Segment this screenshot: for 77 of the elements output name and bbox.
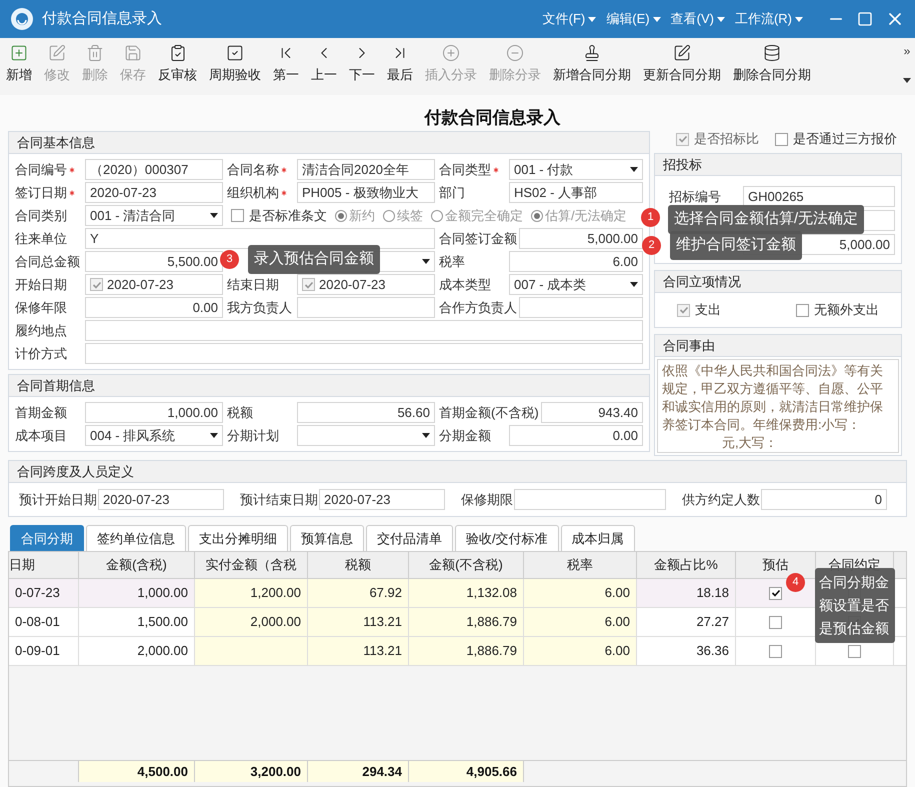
table-cell: 113.21 bbox=[308, 637, 409, 665]
callout-tooltip: 合同分期金额设置是否是预估金额 bbox=[815, 568, 895, 643]
field-label: 结束日期 bbox=[227, 276, 279, 294]
table-cell: 1,000.00 bbox=[79, 579, 195, 607]
table-cell: 6.00 bbox=[524, 579, 637, 607]
callout-tooltip: 维护合同签订金额 bbox=[670, 231, 802, 260]
table-cell: 2,000.00 bbox=[195, 608, 308, 636]
field-label: 成本类型 bbox=[439, 276, 491, 294]
reason-text: 元,大写： bbox=[722, 435, 778, 450]
field-label: 履约地点 bbox=[15, 322, 67, 340]
table-cell: 1,132.08 bbox=[409, 579, 524, 607]
section-header: 合同首期信息 bbox=[9, 375, 649, 397]
field-label: 合同编号 bbox=[15, 160, 67, 179]
table-cell: 18.18 bbox=[637, 579, 736, 607]
table-cell: 113.21 bbox=[308, 608, 409, 636]
field-label: 保修期限 bbox=[461, 490, 513, 509]
field-label: 成本项目 bbox=[15, 426, 67, 445]
field-label: 首期金额 bbox=[15, 404, 67, 422]
field-label: 合同签订金额 bbox=[439, 230, 517, 248]
field-label: 计价方式 bbox=[15, 344, 67, 363]
field-label: 预计开始日期 bbox=[19, 490, 97, 509]
window-title: 付款合同信息录入 bbox=[42, 8, 162, 29]
field-label: 税率 bbox=[439, 252, 465, 271]
field-label: 合作方负责人 bbox=[439, 298, 517, 317]
field-label: 保修年限 bbox=[15, 298, 67, 317]
section-header: 合同跨度及人员定义 bbox=[9, 461, 906, 483]
field-label: 供方约定人数 bbox=[682, 490, 760, 509]
checkbox-label: 是否通过三方报价 bbox=[793, 130, 897, 148]
callout-tooltip: 选择合同金额估算/无法确定 bbox=[668, 205, 864, 234]
checkbox-label: 支出 bbox=[695, 301, 721, 320]
table-cell: 1,886.79 bbox=[409, 637, 524, 665]
field-label: 往来单位 bbox=[15, 230, 67, 248]
field-label: 合同名称 bbox=[227, 160, 279, 179]
radio-label: 金额完全确定 bbox=[445, 206, 523, 225]
radio-label: 续签 bbox=[397, 206, 423, 225]
field-label: 合同总金额 bbox=[15, 252, 80, 271]
field-label: 税额 bbox=[227, 404, 253, 422]
table-cell: 6.00 bbox=[524, 637, 637, 665]
table-cell: 1,200.00 bbox=[195, 579, 308, 607]
field-label: 分期计划 bbox=[227, 426, 279, 445]
section-header: 合同基本信息 bbox=[9, 132, 649, 154]
field-label: 部门 bbox=[439, 184, 465, 202]
radio-label: 估算/无法确定 bbox=[545, 206, 627, 225]
field-label: 合同类别 bbox=[15, 206, 67, 225]
checkbox-label: 无额外支出 bbox=[814, 301, 879, 320]
field-label: 分期金额 bbox=[439, 426, 491, 445]
table-cell: 0-09-01 bbox=[9, 637, 79, 665]
field-label: 首期金额(不含税) bbox=[439, 404, 539, 422]
radio-label: 新约 bbox=[349, 206, 375, 225]
field-label: 招标编号 bbox=[669, 188, 721, 206]
table-cell: 36.36 bbox=[637, 637, 736, 665]
page-heading: 付款合同信息录入 bbox=[424, 107, 560, 129]
checkbox-label: 是否招标比 bbox=[694, 130, 759, 148]
section-header: 合同立项情况 bbox=[655, 271, 901, 293]
checkbox-label: 是否标准条文 bbox=[249, 206, 327, 225]
table-cell: 0-08-01 bbox=[9, 608, 79, 636]
field-label: 组织机构 bbox=[227, 184, 279, 202]
callout-tooltip: 录入预估合同金额 bbox=[248, 245, 380, 274]
table-cell: 67.92 bbox=[308, 579, 409, 607]
total-cell: 3,200.00 bbox=[195, 761, 308, 782]
table-cell: 27.27 bbox=[637, 608, 736, 636]
section-header: 合同事由 bbox=[655, 335, 901, 357]
reason-text: 依照《中华人民共和国合同法》等有关规定，甲乙双方遵循平等、自愿、公平和诚实信用的原则，就清洁日常维护保养签订本合同。年维保费用:小写： bbox=[662, 363, 883, 432]
table-cell: 1,886.79 bbox=[409, 608, 524, 636]
field-label: 合同类型 bbox=[439, 160, 491, 179]
section-header: 招投标 bbox=[655, 154, 901, 176]
table-cell: 2,000.00 bbox=[79, 637, 195, 665]
total-cell: 4,905.66 bbox=[409, 761, 524, 782]
total-cell: 294.34 bbox=[308, 761, 409, 782]
field-label: 我方负责人 bbox=[227, 298, 292, 317]
table-cell: 1,500.00 bbox=[79, 608, 195, 636]
total-cell: 4,500.00 bbox=[79, 761, 195, 782]
field-label: 开始日期 bbox=[15, 276, 67, 294]
field-label: 签订日期 bbox=[15, 184, 67, 202]
table-cell: 6.00 bbox=[524, 608, 637, 636]
table-cell: 0-07-23 bbox=[9, 579, 79, 607]
field-label: 预计结束日期 bbox=[240, 490, 318, 509]
